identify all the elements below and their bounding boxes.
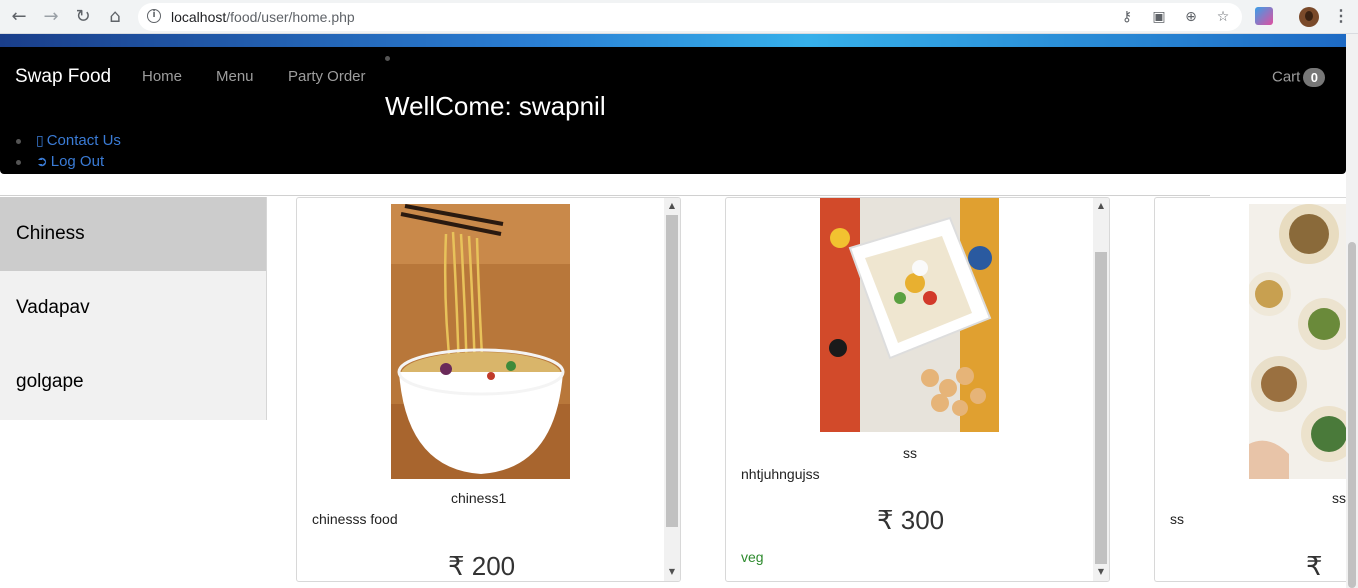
sign-out-icon: ➲ (36, 154, 48, 170)
food-platter-image (1249, 204, 1346, 479)
nav-home[interactable]: Home (142, 68, 182, 85)
scroll-up-arrow-icon[interactable]: ▲ (1093, 199, 1109, 213)
brand-logo[interactable]: Swap Food (15, 66, 111, 88)
category-golgape[interactable]: golgape (0, 345, 266, 419)
page-scroll-thumb[interactable] (1348, 242, 1356, 588)
url-path: /food/user/home.php (226, 9, 355, 25)
log-out-link[interactable]: ➲ Log Out (36, 153, 104, 170)
product-name: ss (903, 445, 917, 461)
welcome-text: WellCome: swapnil (385, 91, 606, 121)
scroll-thumb[interactable] (1095, 252, 1107, 564)
card-scrollbar[interactable]: ▲ ▼ (664, 198, 680, 581)
contact-us-link[interactable]: ▯ Contact Us (36, 132, 121, 149)
profile-avatar[interactable] (1299, 7, 1319, 27)
cart-label: Cart (1272, 68, 1301, 86)
category-chiness[interactable]: Chiness (0, 197, 266, 271)
extension-icon[interactable] (1255, 7, 1273, 25)
scroll-thumb[interactable] (666, 215, 678, 527)
product-description: chinesss food (312, 511, 398, 527)
veg-tag: veg (741, 549, 764, 565)
product-price: ₹ 300 (877, 505, 945, 535)
scroll-up-arrow-icon[interactable]: ▲ (664, 199, 680, 213)
list-bullet (16, 160, 21, 165)
content-divider (0, 195, 1210, 196)
nav-party-order[interactable]: Party Order (288, 68, 366, 85)
contact-us-label: Contact Us (46, 132, 121, 149)
url-text[interactable]: localhost/food/user/home.php (171, 9, 355, 25)
menu-kebab-icon[interactable]: ⋮ (1333, 6, 1349, 28)
home-icon[interactable]: ⌂ (104, 6, 126, 28)
category-list: Chiness Vadapav golgape (0, 197, 267, 420)
food-dish-image (820, 198, 999, 432)
product-card[interactable]: chiness1 chinesss food ₹ 200 ▲ ▼ (296, 197, 681, 582)
scroll-down-arrow-icon[interactable]: ▼ (1093, 565, 1109, 579)
mobile-phone-icon: ▯ (36, 133, 44, 149)
forward-arrow-icon[interactable]: → (40, 6, 62, 28)
page-scrollbar[interactable] (1346, 34, 1358, 588)
cart-link[interactable]: Cart 0 (1272, 68, 1326, 87)
address-bar[interactable]: i localhost/food/user/home.php ⚷ ▣ ⊕ ☆ (138, 3, 1242, 31)
product-price: ₹ 40 (1306, 551, 1323, 581)
list-bullet (385, 56, 390, 61)
category-vadapav[interactable]: Vadapav (0, 271, 266, 345)
cart-count-badge: 0 (1303, 68, 1326, 87)
noodle-bowl-image (391, 204, 570, 479)
log-out-label: Log Out (50, 153, 105, 170)
product-price: ₹ 200 (448, 551, 516, 581)
key-icon[interactable]: ⚷ (1118, 8, 1136, 26)
card-scrollbar[interactable]: ▲ ▼ (1093, 198, 1109, 581)
product-description: ss (1170, 511, 1184, 527)
product-name: chiness1 (451, 490, 507, 506)
product-description: nhtjuhngujss (741, 466, 820, 482)
scroll-down-arrow-icon[interactable]: ▼ (664, 565, 680, 579)
bookmark-star-icon[interactable]: ☆ (1214, 8, 1232, 26)
nav-menu[interactable]: Menu (216, 68, 254, 85)
browser-toolbar: ← → ↻ ⌂ i localhost/food/user/home.php ⚷… (0, 0, 1358, 34)
back-arrow-icon[interactable]: ← (8, 6, 30, 28)
reload-icon[interactable]: ↻ (72, 6, 94, 28)
zoom-icon[interactable]: ⊕ (1182, 8, 1200, 26)
header-stripe (0, 34, 1346, 47)
translate-icon[interactable]: ▣ (1150, 8, 1168, 26)
info-icon[interactable]: i (147, 9, 161, 23)
product-name: ss (1332, 490, 1346, 506)
product-card[interactable]: ss nhtjuhngujss ₹ 300 veg ▲ ▼ (725, 197, 1110, 582)
list-bullet (16, 139, 21, 144)
site-navbar: Swap Food Home Menu Party Order WellCome… (0, 47, 1346, 174)
product-card[interactable]: ss ss ₹ 40 (1154, 197, 1346, 582)
url-host: localhost (171, 9, 227, 25)
